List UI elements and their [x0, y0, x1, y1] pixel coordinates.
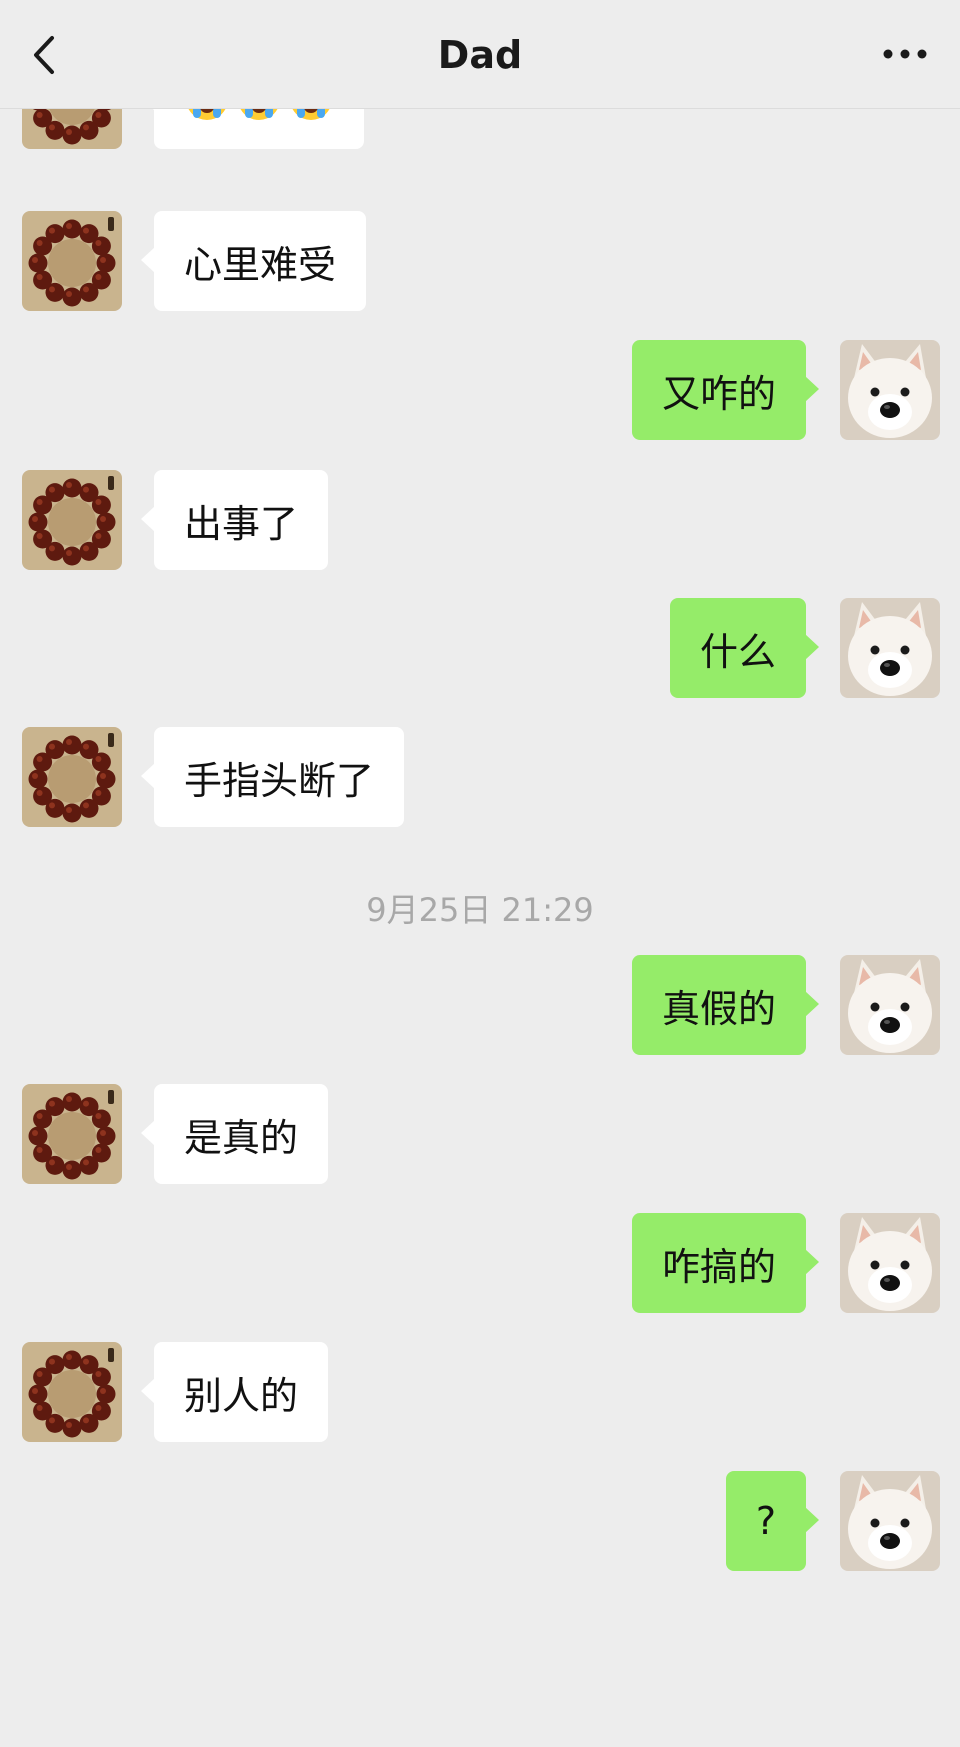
loudly-crying-face-icon	[292, 109, 330, 120]
message-bubble[interactable]: 真假的	[631, 955, 820, 1055]
loudly-crying-face-icon	[188, 109, 226, 120]
message-text: 心里难受	[184, 242, 337, 287]
back-button[interactable]	[28, 30, 68, 80]
emoji-row	[184, 109, 334, 122]
my-avatar[interactable]	[840, 1213, 940, 1313]
my-avatar[interactable]	[840, 340, 940, 440]
message-bubble[interactable]: 是真的	[140, 1084, 329, 1184]
message-bubble[interactable]: ?	[725, 1471, 820, 1571]
message-text: 是真的	[184, 1115, 299, 1160]
my-avatar[interactable]	[840, 1471, 940, 1571]
message-list[interactable]: 心里难受又咋的出事了什么手指头断了 9月25日 21:29 真假的是真的咋搞的别人的…	[0, 109, 960, 1747]
contact-avatar[interactable]	[22, 1342, 122, 1442]
message-text: 什么	[699, 629, 776, 674]
message-text: 咋搞的	[661, 1244, 776, 1289]
message-text: 手指头断了	[184, 758, 375, 803]
message-text: 真假的	[661, 986, 776, 1031]
message-bubble[interactable]: 手指头断了	[140, 727, 405, 827]
more-button[interactable]	[880, 42, 930, 66]
message-bubble[interactable]: 什么	[669, 598, 820, 698]
message-bubble[interactable]: 咋搞的	[631, 1213, 820, 1313]
contact-avatar[interactable]	[22, 470, 122, 570]
chat-header: Dad	[0, 0, 960, 109]
message-text: 又咋的	[661, 371, 776, 416]
contact-avatar[interactable]	[22, 109, 122, 149]
chevron-left-icon	[34, 36, 54, 74]
message-text: 别人的	[184, 1373, 299, 1418]
more-dots-icon	[883, 49, 927, 59]
message-text: 出事了	[184, 501, 299, 546]
message-bubble[interactable]: 心里难受	[140, 211, 367, 311]
message-text: ?	[755, 1499, 776, 1543]
message-bubble[interactable]	[141, 109, 364, 149]
my-avatar[interactable]	[840, 955, 940, 1055]
contact-avatar[interactable]	[22, 211, 122, 311]
contact-avatar[interactable]	[22, 727, 122, 827]
message-bubble[interactable]: 又咋的	[631, 340, 820, 440]
message-timestamp: 9月25日 21:29	[366, 891, 594, 929]
my-avatar[interactable]	[840, 598, 940, 698]
loudly-crying-face-icon	[240, 109, 278, 120]
message-bubble[interactable]: 出事了	[140, 470, 329, 570]
chat-title: Dad	[437, 33, 523, 77]
message-bubble[interactable]: 别人的	[140, 1342, 329, 1442]
contact-avatar[interactable]	[22, 1084, 122, 1184]
